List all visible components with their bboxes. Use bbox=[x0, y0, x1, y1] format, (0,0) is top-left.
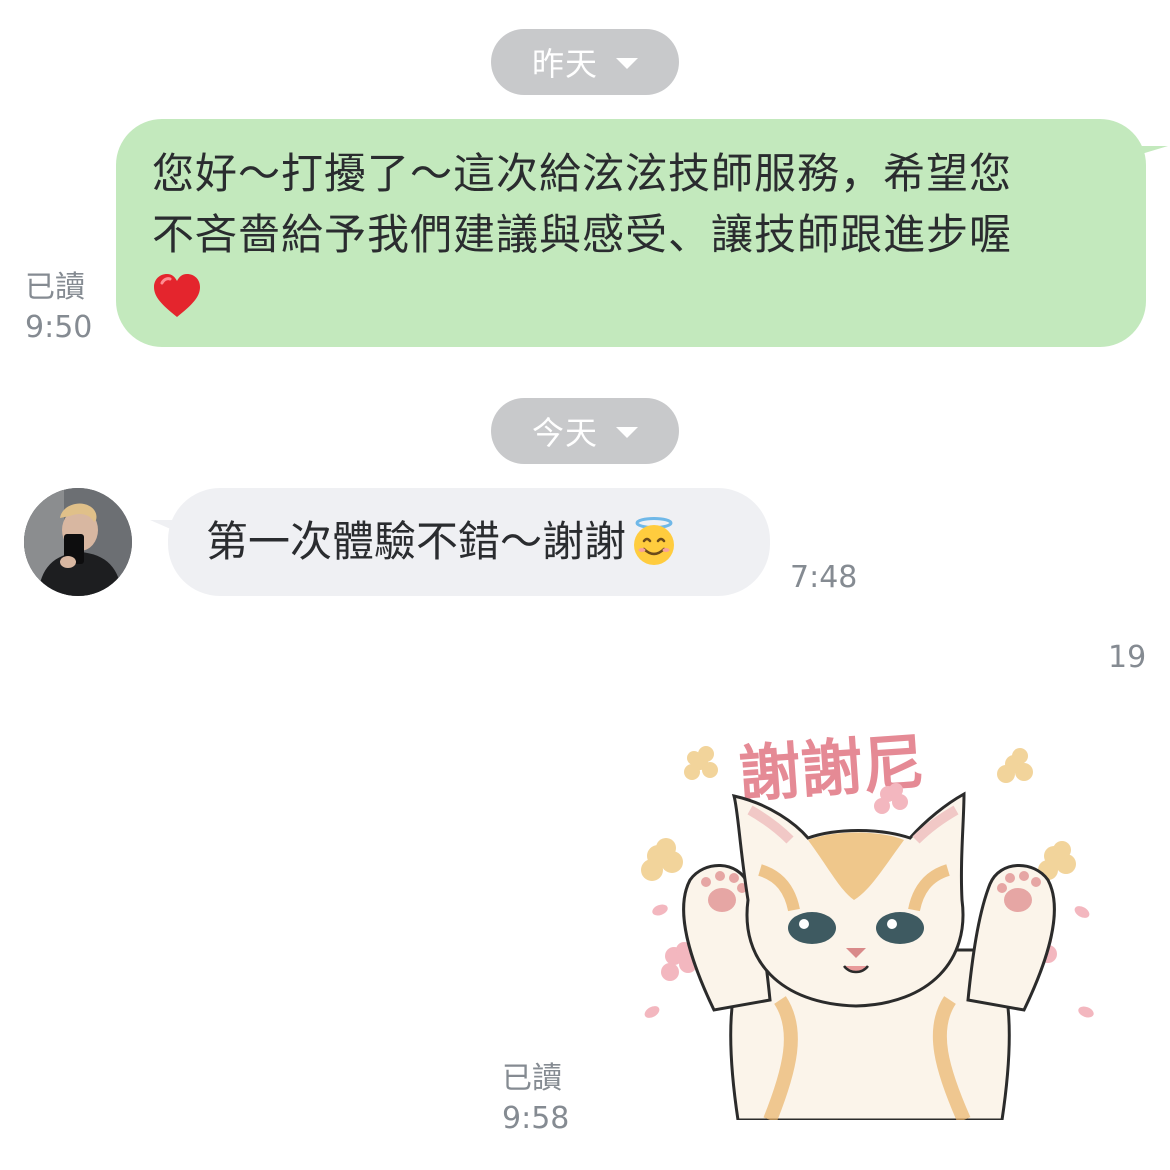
read-receipt: 已讀 bbox=[25, 270, 85, 305]
message-meta: 已讀 9:50 bbox=[25, 268, 92, 348]
date-divider-today[interactable]: 今天 bbox=[491, 398, 679, 464]
outgoing-message-bubble[interactable]: 您好～打擾了～這次給泫泫技師服務，希望您 不吝嗇給予我們建議與感受、讓技師跟進步… bbox=[116, 119, 1146, 347]
message-text-line: 不吝嗇給予我們建議與感受、讓技師跟進步喔 bbox=[152, 210, 1013, 259]
chevron-down-icon bbox=[616, 57, 638, 69]
read-receipt: 已讀 bbox=[502, 1061, 562, 1096]
chevron-down-icon bbox=[616, 426, 638, 438]
unread-count: 19 bbox=[1108, 640, 1147, 675]
date-divider-label: 昨天 bbox=[531, 45, 598, 83]
message-time: 7:48 bbox=[790, 560, 858, 595]
incoming-message-bubble[interactable]: 第一次體驗不錯～謝謝 bbox=[168, 488, 770, 596]
message-meta: 已讀 9:58 bbox=[502, 1059, 569, 1139]
contact-avatar[interactable] bbox=[24, 488, 132, 596]
kitten-thank-you-sticker: 謝謝尼 bbox=[641, 726, 1094, 1123]
message-time: 9:58 bbox=[502, 1101, 570, 1136]
date-divider-yesterday[interactable]: 昨天 bbox=[491, 29, 679, 95]
message-time: 9:50 bbox=[25, 310, 93, 345]
message-text-line: 您好～打擾了～這次給泫泫技師服務，希望您 bbox=[152, 149, 1013, 198]
smiling-face-with-halo-icon bbox=[634, 517, 675, 565]
avatar-photo bbox=[24, 488, 132, 596]
sticker-message[interactable]: 謝謝尼 bbox=[630, 700, 1100, 1123]
red-heart-icon bbox=[154, 273, 200, 317]
chat-view: 昨天 已讀 9:50 您好～打擾了～這次給泫泫技師服務，希望您 不吝嗇給予我們建… bbox=[0, 0, 1170, 1170]
message-text: 第一次體驗不錯～謝謝 bbox=[206, 517, 627, 566]
date-divider-label: 今天 bbox=[531, 414, 598, 452]
